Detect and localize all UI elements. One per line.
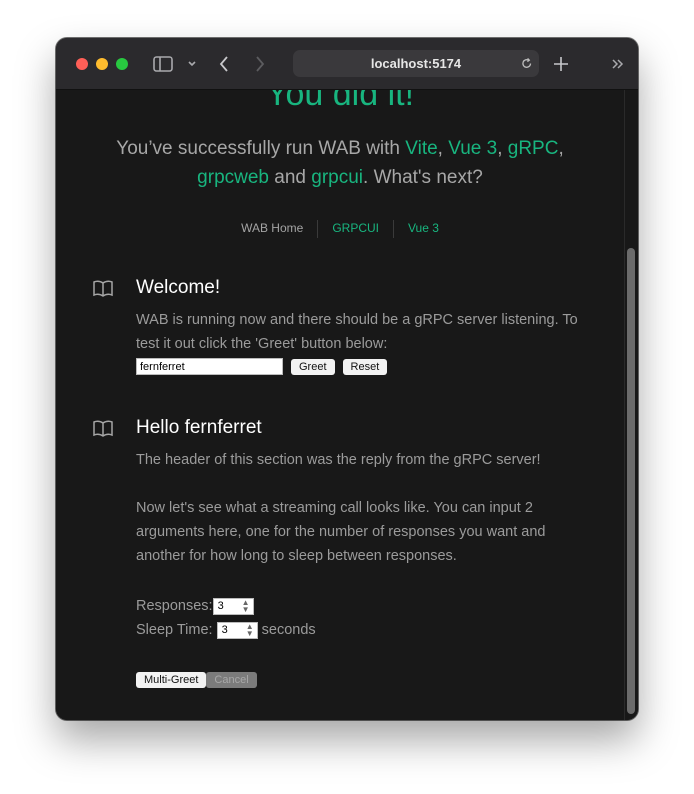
nav-link-wab-home[interactable]: WAB Home: [227, 218, 317, 238]
scrollbar-track[interactable]: [624, 90, 638, 720]
multi-greet-button[interactable]: Multi-Greet: [136, 672, 207, 688]
hello-title: Hello fernferret: [136, 417, 262, 438]
minimize-window-button[interactable]: [96, 58, 108, 70]
reset-button[interactable]: Reset: [342, 358, 388, 375]
top-nav: WAB Home GRPCUI Vue 3: [56, 218, 624, 238]
welcome-title: Welcome!: [136, 277, 221, 298]
close-window-button[interactable]: [76, 58, 88, 70]
page-viewport: You did it! You’ve successfully run WAB …: [56, 90, 638, 720]
reply-text: The header of this section was the reply…: [136, 452, 541, 468]
book-icon: [92, 278, 114, 303]
grpcui-link[interactable]: grpcui: [311, 167, 363, 188]
sleep-label: Sleep Time:: [136, 622, 213, 638]
nav-link-vue[interactable]: Vue 3: [394, 218, 453, 238]
hello-section: Hello fernferret The header of this sect…: [92, 416, 592, 716]
hero-sep-comma: ,: [437, 138, 449, 159]
stream-text: Now let's see what a streaming call look…: [136, 500, 546, 564]
cancel-button[interactable]: Cancel: [206, 672, 257, 688]
welcome-section: Welcome! WAB is running now and there sh…: [92, 276, 592, 386]
vite-link[interactable]: Vite: [405, 138, 437, 159]
browser-toolbar: localhost:5174: [56, 38, 638, 90]
stepper-icon[interactable]: ▲ ▼: [242, 598, 250, 613]
hero-and-text: and: [269, 167, 312, 188]
chevron-down-icon[interactable]: [186, 52, 198, 82]
sleep-value: 3: [221, 623, 228, 636]
hero-sep-comma: ,: [558, 138, 564, 159]
greet-form: Greet Reset: [136, 358, 388, 375]
responses-row: Responses: 3 ▲ ▼: [136, 594, 592, 618]
sleep-row: Sleep Time: 3 ▲ ▼ seconds: [136, 618, 592, 642]
name-input[interactable]: [136, 358, 283, 375]
nav-link-grpcui[interactable]: GRPCUI: [318, 218, 393, 238]
vue-link[interactable]: Vue 3: [448, 138, 497, 159]
scrollbar-thumb[interactable]: [627, 248, 635, 714]
responses-input[interactable]: 3 ▲ ▼: [212, 597, 254, 615]
book-icon: [92, 418, 114, 443]
sleep-input[interactable]: 3 ▲ ▼: [216, 621, 258, 639]
responses-label: Responses:: [136, 598, 213, 614]
welcome-body: WAB is running now and there should be a…: [136, 312, 578, 352]
hero-sub-suffix: . What's next?: [363, 167, 483, 188]
hero-sep-comma: ,: [497, 138, 508, 159]
sidebar-toggle-icon[interactable]: [152, 52, 174, 82]
hero-title: You did it!: [265, 90, 415, 113]
seconds-label: seconds: [261, 622, 316, 638]
back-icon[interactable]: [216, 52, 232, 82]
tab-overview-chevrons-icon[interactable]: [610, 52, 626, 82]
address-text: localhost:5174: [370, 56, 462, 71]
responses-value: 3: [217, 599, 224, 612]
hero-subtitle: You’ve successfully run WAB with Vite, V…: [96, 134, 584, 192]
grpc-link[interactable]: gRPC: [508, 138, 559, 159]
zoom-window-button[interactable]: [116, 58, 128, 70]
forward-icon[interactable]: [252, 52, 268, 82]
stepper-icon[interactable]: ▲ ▼: [246, 622, 254, 637]
reload-icon[interactable]: [521, 50, 533, 86]
multi-greet-controls: Multi-Greet Cancel: [136, 672, 257, 688]
new-tab-icon[interactable]: [552, 52, 570, 82]
address-bar[interactable]: localhost:5174: [293, 50, 539, 77]
browser-window: localhost:5174 You did it! You’ve succes…: [56, 38, 638, 720]
grpcweb-link[interactable]: grpcweb: [197, 167, 269, 188]
greet-button[interactable]: Greet: [291, 358, 335, 375]
hero-sub-prefix: You’ve successfully run WAB with: [116, 138, 406, 159]
